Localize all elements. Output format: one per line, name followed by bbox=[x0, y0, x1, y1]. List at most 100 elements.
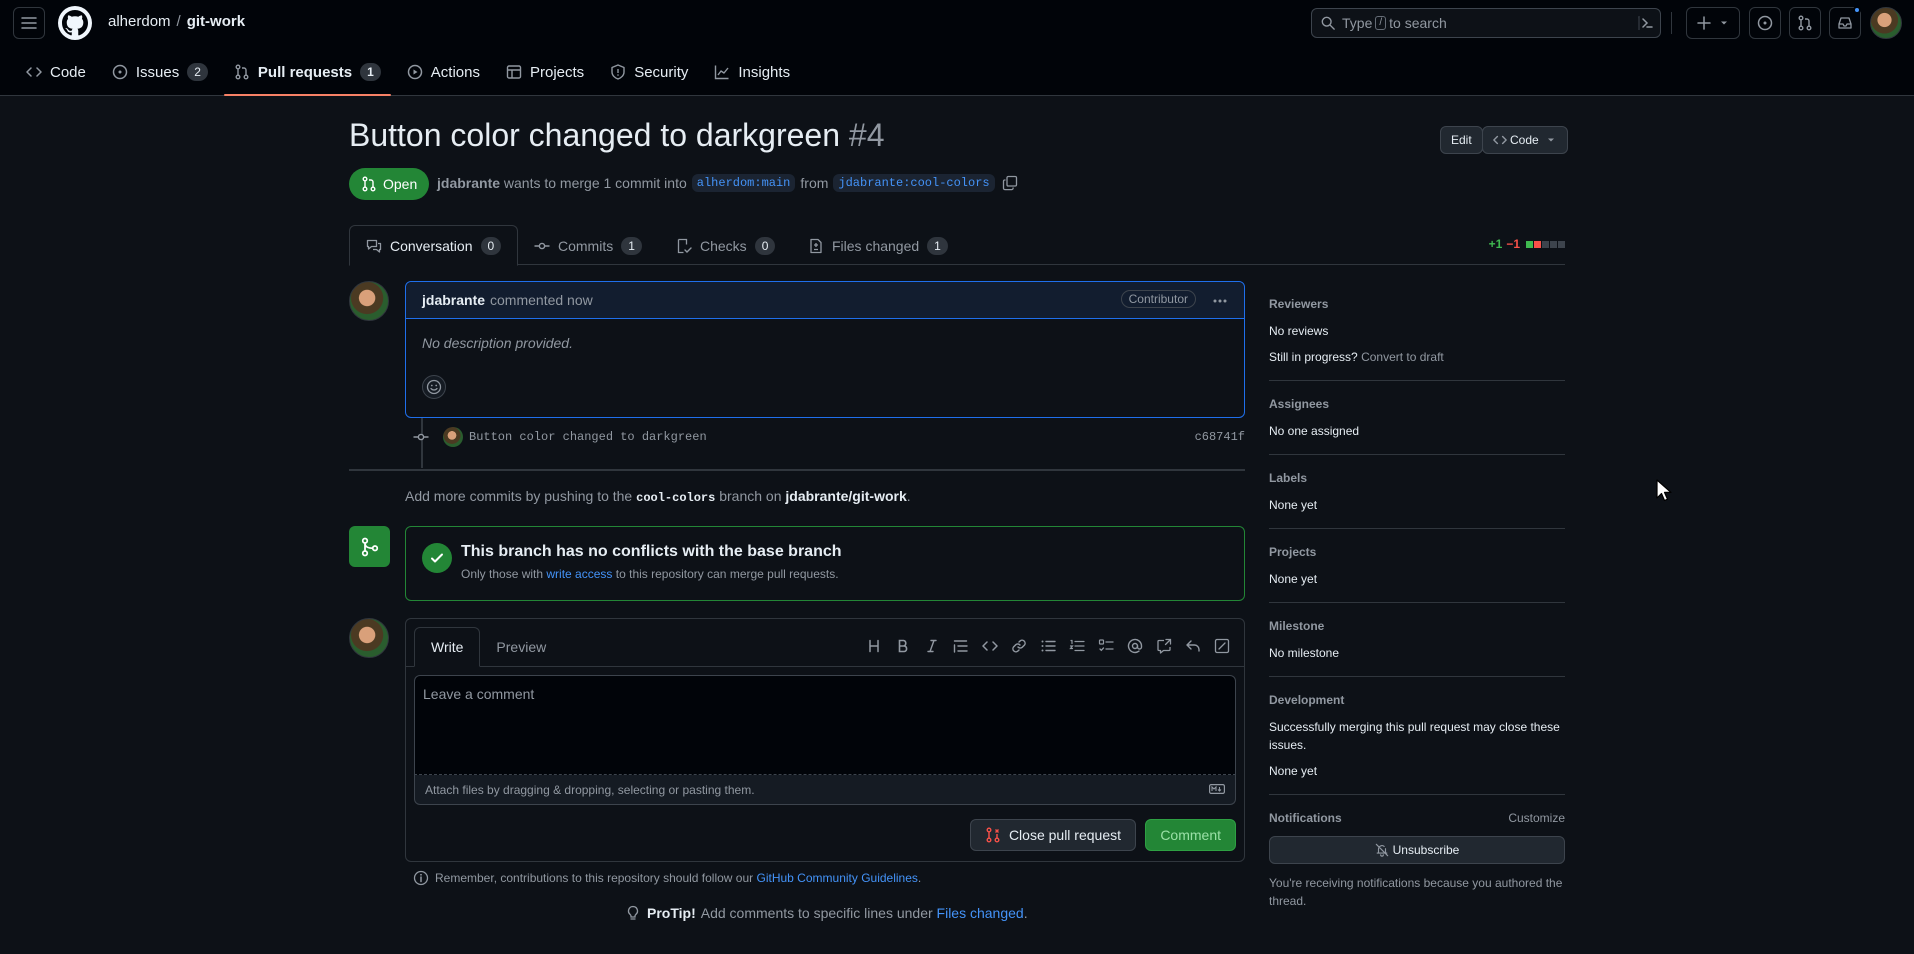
octocat-icon bbox=[62, 10, 88, 36]
nav-actions[interactable]: Actions bbox=[397, 52, 490, 92]
create-new-button[interactable] bbox=[1686, 7, 1740, 39]
tab-preview[interactable]: Preview bbox=[480, 627, 562, 667]
mention-button[interactable] bbox=[1120, 634, 1149, 658]
breadcrumb-owner[interactable]: alherdom bbox=[108, 13, 171, 30]
close-pull-request-button[interactable]: Close pull request bbox=[969, 819, 1136, 851]
nav-security[interactable]: Security bbox=[600, 52, 698, 92]
current-user-avatar[interactable] bbox=[349, 618, 389, 658]
issues-button[interactable] bbox=[1749, 7, 1781, 39]
nav-insights[interactable]: Insights bbox=[704, 52, 800, 92]
comment-submit-button[interactable]: Comment bbox=[1145, 819, 1236, 851]
slash-commands-button[interactable] bbox=[1207, 634, 1236, 658]
unsubscribe-button[interactable]: Unsubscribe bbox=[1269, 836, 1565, 864]
tab-conversation[interactable]: Conversation 0 bbox=[349, 225, 519, 266]
diffstat: +1 −1 bbox=[1489, 237, 1565, 251]
customize-link[interactable]: Customize bbox=[1508, 811, 1565, 825]
unsubscribe-label: Unsubscribe bbox=[1392, 843, 1460, 857]
code-button[interactable] bbox=[975, 634, 1004, 658]
nav-pull-requests[interactable]: Pull requests 1 bbox=[223, 52, 391, 96]
quote-button[interactable] bbox=[946, 634, 975, 658]
github-logo[interactable] bbox=[58, 6, 92, 40]
nav-issues[interactable]: Issues 2 bbox=[102, 52, 218, 92]
tab-commits[interactable]: Commits 1 bbox=[518, 225, 658, 266]
check-icon bbox=[431, 553, 443, 563]
development-title[interactable]: Development bbox=[1269, 693, 1565, 707]
italic-icon bbox=[926, 639, 937, 653]
tab-commits-label: Commits bbox=[558, 237, 614, 254]
tasklist-icon bbox=[1098, 639, 1114, 652]
merge-status-icon bbox=[349, 526, 390, 567]
comment-time[interactable]: commented now bbox=[490, 292, 593, 308]
add-reaction-button[interactable] bbox=[422, 375, 446, 399]
markdown-icon bbox=[1209, 784, 1225, 794]
head-branch[interactable]: jdabrante:cool-colors bbox=[833, 174, 995, 192]
comment-textarea[interactable]: Leave a comment bbox=[414, 675, 1236, 775]
merge-sub-suffix: to this repository can merge pull reques… bbox=[615, 567, 839, 581]
hamburger-icon bbox=[21, 17, 37, 29]
protip-label: ProTip! bbox=[647, 905, 696, 921]
comment-author[interactable]: jdabrante bbox=[422, 292, 485, 308]
bold-button[interactable] bbox=[888, 634, 917, 658]
milestone-title[interactable]: Milestone bbox=[1269, 619, 1565, 633]
diff-ignored-icon bbox=[1214, 638, 1229, 654]
header-divider bbox=[1671, 12, 1672, 34]
editor-tabs: Write Preview bbox=[414, 627, 562, 667]
comment-header: jdabrante commented now Contributor bbox=[406, 282, 1244, 319]
menu-button[interactable] bbox=[13, 7, 45, 39]
push-note-repo[interactable]: jdabrante/git-work bbox=[785, 488, 906, 504]
pull-request-icon bbox=[235, 64, 249, 80]
light-bulb-icon bbox=[627, 905, 639, 920]
saved-replies-button[interactable] bbox=[1178, 634, 1207, 658]
italic-button[interactable] bbox=[917, 634, 946, 658]
link-button[interactable] bbox=[1004, 634, 1033, 658]
push-note-suffix: . bbox=[906, 488, 911, 504]
merge-status-subtitle: Only those with write access to this rep… bbox=[461, 567, 839, 581]
nav-insights-label: Insights bbox=[738, 63, 791, 81]
labels-title[interactable]: Labels bbox=[1269, 471, 1565, 485]
task-list-button[interactable] bbox=[1091, 634, 1120, 658]
base-branch[interactable]: alherdom:main bbox=[691, 174, 796, 192]
git-commit-icon bbox=[534, 242, 550, 249]
code-dropdown-button[interactable]: Code bbox=[1482, 126, 1568, 154]
nav-projects[interactable]: Projects bbox=[496, 52, 594, 92]
pr-sidebar: Reviewers No reviews Still in progress? … bbox=[1269, 281, 1565, 924]
pr-author[interactable]: jdabrante bbox=[437, 175, 500, 191]
convert-to-draft-link[interactable]: Convert to draft bbox=[1361, 350, 1444, 364]
search-input[interactable]: Type / to search bbox=[1311, 8, 1661, 38]
tab-checks[interactable]: Checks 0 bbox=[660, 225, 791, 266]
projects-title[interactable]: Projects bbox=[1269, 545, 1565, 559]
tab-files-changed-count: 1 bbox=[927, 236, 948, 255]
unordered-list-button[interactable] bbox=[1033, 634, 1062, 658]
community-guidelines-link[interactable]: GitHub Community Guidelines bbox=[757, 871, 918, 885]
pr-title-text: Button color changed to darkgreen bbox=[349, 117, 840, 153]
copy-icon[interactable] bbox=[1002, 175, 1018, 191]
edit-button[interactable]: Edit bbox=[1440, 126, 1483, 154]
assignees-title[interactable]: Assignees bbox=[1269, 397, 1565, 411]
commit-message[interactable]: Button color changed to darkgreen bbox=[469, 430, 707, 444]
breadcrumb-separator: / bbox=[176, 13, 181, 30]
heading-button[interactable] bbox=[859, 634, 888, 658]
reviewers-title[interactable]: Reviewers bbox=[1269, 297, 1565, 311]
command-palette-icon[interactable] bbox=[1638, 15, 1654, 31]
pr-description-comment: jdabrante commented now Contributor No d… bbox=[405, 281, 1245, 418]
files-changed-link[interactable]: Files changed bbox=[937, 905, 1024, 921]
caret-down-icon bbox=[1721, 21, 1727, 25]
pull-requests-button[interactable] bbox=[1789, 7, 1821, 39]
code-icon bbox=[1493, 135, 1507, 145]
tab-write[interactable]: Write bbox=[414, 627, 481, 667]
ordered-list-button[interactable] bbox=[1062, 634, 1091, 658]
git-pull-request-icon bbox=[1798, 15, 1812, 31]
breadcrumb-repo[interactable]: git-work bbox=[187, 13, 245, 30]
commit-author-avatar[interactable] bbox=[443, 427, 463, 447]
cross-reference-button[interactable] bbox=[1149, 634, 1178, 658]
commit-sha[interactable]: c68741f bbox=[1195, 430, 1245, 444]
check-circle bbox=[422, 543, 452, 573]
write-access-link[interactable]: write access bbox=[546, 567, 612, 581]
user-avatar[interactable] bbox=[1870, 7, 1902, 39]
kebab-horizontal-icon[interactable] bbox=[1212, 293, 1228, 309]
tab-files-changed[interactable]: Files changed 1 bbox=[792, 225, 964, 266]
comment-author-avatar[interactable] bbox=[349, 281, 389, 321]
diffstat-block bbox=[1526, 240, 1533, 248]
file-attachment-area[interactable]: Attach files by dragging & dropping, sel… bbox=[414, 775, 1236, 805]
nav-code[interactable]: Code bbox=[16, 52, 96, 92]
